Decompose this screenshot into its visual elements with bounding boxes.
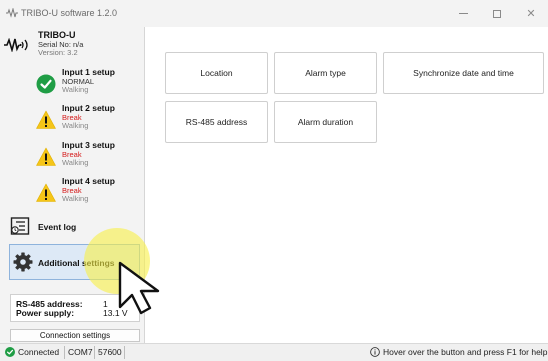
sidebar-item-input-4[interactable]: Input 4 setup Break Walking [0, 175, 144, 210]
connection-settings-button[interactable]: Connection settings [10, 329, 140, 342]
com-port: COM7 [68, 347, 93, 357]
help-hint: Hover over the button and press F1 for h… [383, 347, 548, 357]
sidebar-item-input-3[interactable]: Input 3 setup Break Walking [0, 139, 144, 174]
close-icon: ✕ [526, 8, 536, 20]
connected-check-icon [5, 347, 15, 357]
sidebar-item-additional-settings[interactable]: Additional settings [9, 244, 140, 280]
check-circle-icon [36, 74, 56, 94]
input-3-label: Input 3 setup [62, 140, 115, 150]
minimize-icon [458, 13, 468, 14]
tribo-logo-icon [4, 38, 28, 52]
location-button[interactable]: Location [165, 52, 268, 94]
maximize-button[interactable] [480, 0, 514, 27]
input-1-label: Input 1 setup [62, 67, 115, 77]
input-4-mode: Walking [62, 194, 89, 203]
status-bar: Connected COM7 57600 Hover over the butt… [0, 343, 548, 361]
sidebar-item-event-log[interactable]: Event log [10, 213, 140, 239]
connection-status: Connected [18, 347, 60, 357]
device-name: TRIBO-U [38, 30, 76, 40]
warning-icon [36, 110, 56, 129]
power-supply-label: Power supply: [16, 308, 75, 318]
input-2-mode: Walking [62, 121, 89, 130]
rs485-address-button[interactable]: RS-485 address [165, 101, 268, 143]
device-status-box: RS-485 address: 1 Power supply: 13.1 V [10, 294, 140, 322]
title-bar: TRIBO-U software 1.2.0 ✕ [0, 0, 548, 27]
input-2-label: Input 2 setup [62, 103, 115, 113]
status-divider [124, 346, 125, 359]
minimize-button[interactable] [446, 0, 480, 27]
tribo-wave-icon [6, 8, 18, 18]
window-title: TRIBO-U software 1.2.0 [21, 8, 118, 18]
sidebar-item-input-2[interactable]: Input 2 setup Break Walking [0, 102, 144, 137]
input-1-mode: Walking [62, 85, 89, 94]
close-button[interactable]: ✕ [514, 0, 548, 27]
warning-icon [36, 183, 56, 202]
sidebar-item-input-1[interactable]: Input 1 setup NORMAL Walking [0, 66, 144, 101]
event-log-label: Event log [38, 222, 77, 232]
status-divider [94, 346, 95, 359]
device-version: Version: 3.2 [38, 48, 78, 57]
input-3-mode: Walking [62, 158, 89, 167]
alarm-duration-button[interactable]: Alarm duration [274, 101, 377, 143]
additional-settings-label: Additional settings [38, 258, 115, 268]
main-panel: Location Alarm type Synchronize date and… [145, 27, 548, 343]
baud-rate: 57600 [98, 347, 122, 357]
maximize-icon [493, 9, 501, 18]
warning-icon [36, 147, 56, 166]
info-icon [370, 347, 380, 357]
device-info: TRIBO-U Serial No: n/a Version: 3.2 [4, 30, 142, 62]
alarm-type-button[interactable]: Alarm type [274, 52, 377, 94]
input-4-label: Input 4 setup [62, 176, 115, 186]
sidebar: TRIBO-U Serial No: n/a Version: 3.2 Inpu… [0, 27, 145, 343]
event-log-icon [10, 217, 30, 235]
status-divider [64, 346, 65, 359]
synchronize-date-time-button[interactable]: Synchronize date and time [383, 52, 544, 94]
gear-icon [13, 252, 33, 272]
power-supply-value: 13.1 V [103, 308, 128, 318]
